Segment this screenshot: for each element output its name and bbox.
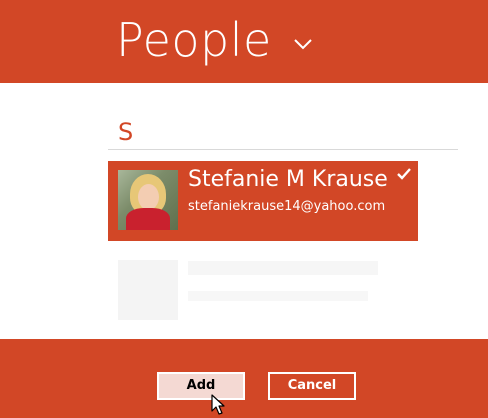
contact-list-area: S Stefanie M Krause stefaniekrause14@yah… (0, 83, 488, 339)
app-bar: Add Cancel (0, 339, 488, 418)
chevron-down-icon[interactable] (293, 37, 313, 51)
contact-tile[interactable]: Stefanie M Krause stefaniekrause14@yahoo… (108, 161, 418, 241)
avatar-placeholder (118, 260, 178, 320)
section-divider (108, 149, 458, 150)
mouse-cursor-icon (211, 394, 225, 415)
avatar (118, 170, 178, 230)
contact-name: Stefanie M Krause (188, 167, 388, 192)
avatar-scarf (126, 208, 170, 230)
page-title[interactable]: People (116, 10, 272, 70)
cancel-button[interactable]: Cancel (268, 372, 356, 400)
avatar-face (138, 184, 159, 210)
add-button[interactable]: Add (157, 372, 245, 400)
section-letter-header[interactable]: S (118, 117, 133, 147)
name-placeholder (188, 261, 378, 275)
email-placeholder (188, 291, 368, 301)
contact-tile-placeholder (108, 251, 418, 331)
app-header: People (0, 0, 488, 83)
contact-email: stefaniekrause14@yahoo.com (188, 199, 386, 214)
checkmark-icon (397, 168, 411, 180)
